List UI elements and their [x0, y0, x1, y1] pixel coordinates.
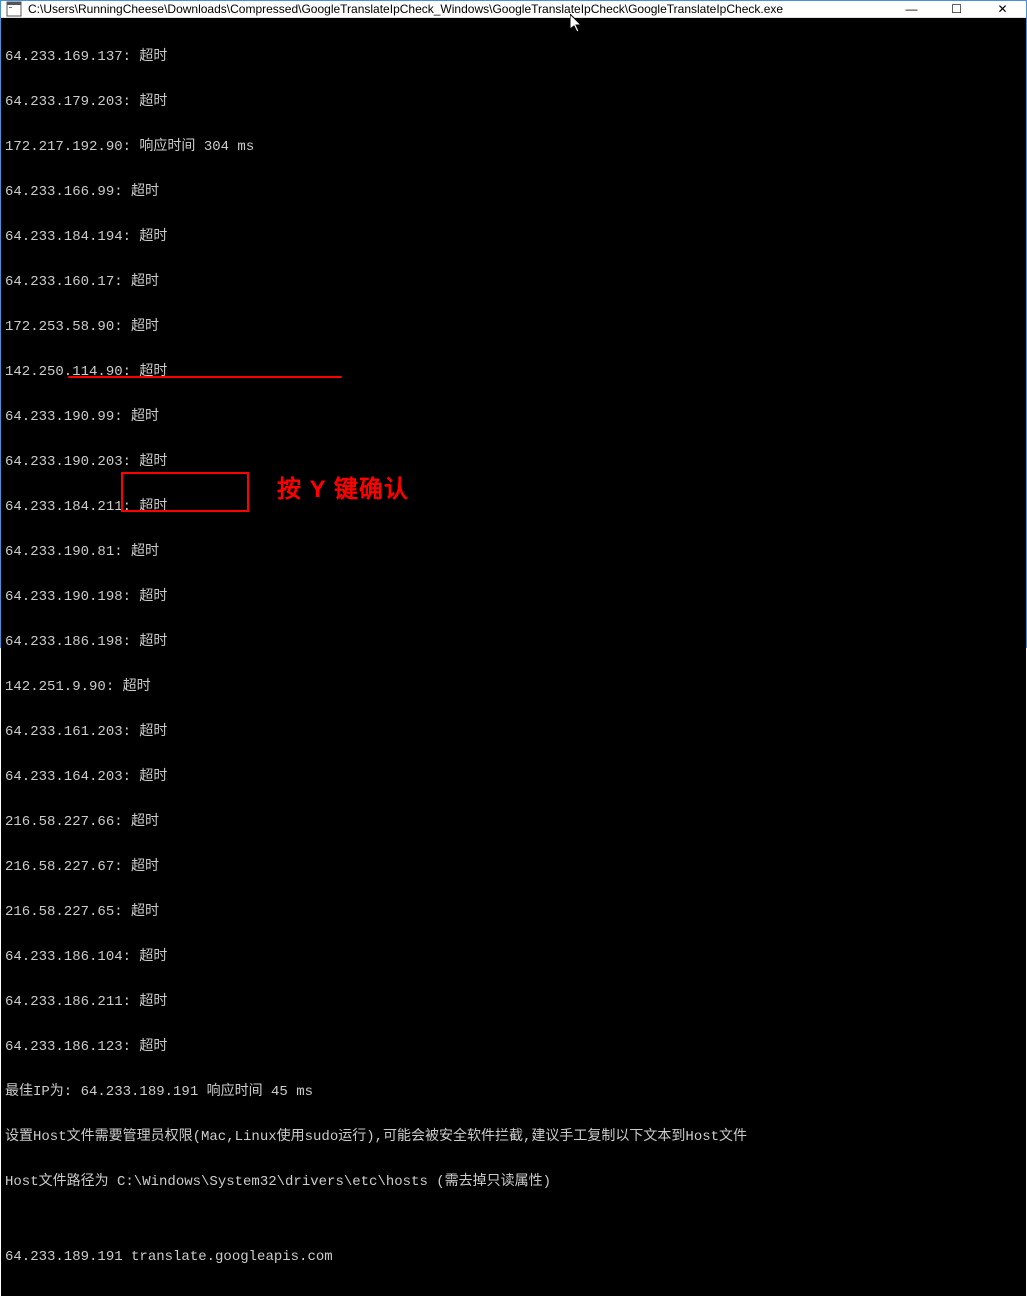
- output-line: 64.233.186.104: 超时: [5, 950, 1022, 965]
- output-line: 172.217.192.90: 响应时间 304 ms: [5, 140, 1022, 155]
- maximize-button[interactable]: ☐: [934, 1, 979, 17]
- output-line: 64.233.184.194: 超时: [5, 230, 1022, 245]
- output-line: 64.233.186.123: 超时: [5, 1040, 1022, 1055]
- output-line: 64.233.161.203: 超时: [5, 725, 1022, 740]
- output-line: 64.233.190.198: 超时: [5, 590, 1022, 605]
- output-line: 64.233.190.81: 超时: [5, 545, 1022, 560]
- output-line: 最佳IP为: 64.233.189.191 响应时间 45 ms: [5, 1085, 1022, 1100]
- app-icon: [6, 1, 22, 17]
- output-line: 142.251.9.90: 超时: [5, 680, 1022, 695]
- output-line: 216.58.227.67: 超时: [5, 860, 1022, 875]
- output-line: 64.233.164.203: 超时: [5, 770, 1022, 785]
- output-line: 64.233.190.203: 超时: [5, 455, 1022, 470]
- output-line: Host文件路径为 C:\Windows\System32\drivers\et…: [5, 1175, 1022, 1190]
- output-line: 216.58.227.65: 超时: [5, 905, 1022, 920]
- output-line: 142.250.114.90: 超时: [5, 365, 1022, 380]
- output-line: 216.58.227.66: 超时: [5, 815, 1022, 830]
- output-line: 64.233.189.191 translate.googleapis.com: [5, 1250, 1022, 1265]
- console-output[interactable]: 64.233.169.137: 超时 64.233.179.203: 超时 17…: [1, 18, 1026, 1296]
- output-line: 64.233.166.99: 超时: [5, 185, 1022, 200]
- output-line: 64.233.190.99: 超时: [5, 410, 1022, 425]
- titlebar[interactable]: C:\Users\RunningCheese\Downloads\Compres…: [1, 1, 1026, 18]
- output-line: 64.233.179.203: 超时: [5, 95, 1022, 110]
- console-window: C:\Users\RunningCheese\Downloads\Compres…: [0, 0, 1027, 648]
- window-title: C:\Users\RunningCheese\Downloads\Compres…: [28, 2, 889, 16]
- output-line: 64.233.160.17: 超时: [5, 275, 1022, 290]
- output-line: 64.233.184.211: 超时: [5, 500, 1022, 515]
- output-line: 64.233.186.211: 超时: [5, 995, 1022, 1010]
- window-controls: — ☐ ✕: [889, 1, 1026, 17]
- output-line: 172.253.58.90: 超时: [5, 320, 1022, 335]
- output-line: 64.233.169.137: 超时: [5, 50, 1022, 65]
- minimize-button[interactable]: —: [889, 1, 934, 17]
- output-line: 设置Host文件需要管理员权限(Mac,Linux使用sudo运行),可能会被安…: [5, 1130, 1022, 1145]
- close-button[interactable]: ✕: [979, 1, 1026, 17]
- annotation-label: 按 Y 键确认: [277, 482, 409, 497]
